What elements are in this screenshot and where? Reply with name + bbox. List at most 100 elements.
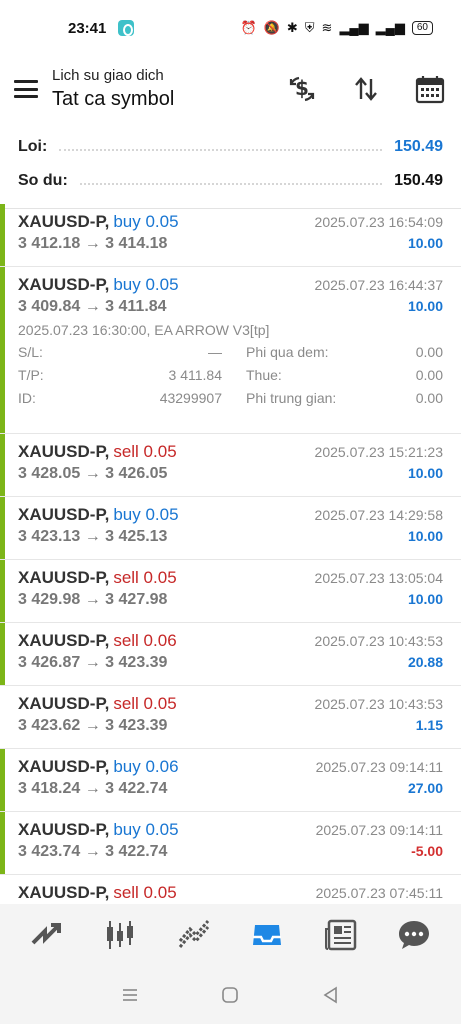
sl-label: S/L: <box>18 344 43 360</box>
deal-prices: 3 423.62 → 3 423.39 <box>18 717 168 734</box>
mute-icon: 🔕 <box>263 20 280 35</box>
deal-item[interactable]: XAUUSD-P, buy 0.05 2025.07.23 09:14:11 3 4… <box>0 812 461 875</box>
deal-prices: 3 426.87 → 3 423.39 <box>18 654 168 671</box>
trade-icon[interactable] <box>170 911 218 959</box>
deal-time: 2025.07.23 16:44:37 <box>314 277 443 293</box>
balance-row: So du: 150.49 <box>18 164 443 198</box>
balance-value: 150.49 <box>394 172 443 189</box>
wifi-icon: ≋ <box>321 20 333 35</box>
profit-label: Loi: <box>18 138 48 155</box>
status-bar: 23:41 ⏰ 🔕 ✱ ⛨ ≋ ▂▄▆ ▂▄▆ 60 <box>0 0 461 56</box>
sl-value: — <box>208 344 222 360</box>
deal-details: 2025.07.23 16:30:00, EA ARROW V3[tp] S/L… <box>18 322 443 406</box>
header-title[interactable]: Tat ca symbol <box>52 88 285 111</box>
back-icon[interactable] <box>311 975 351 1015</box>
deal-item[interactable]: XAUUSD-P, buy 0.05 2025.07.23 16:54:09 3 4… <box>0 204 461 267</box>
id-label: ID: <box>18 390 36 406</box>
deal-profit: 10.00 <box>407 235 443 251</box>
deal-time: 2025.07.23 09:14:11 <box>315 822 443 838</box>
deal-item-expanded[interactable]: XAUUSD-P, buy 0.05 2025.07.23 16:44:37 3 4… <box>0 267 461 434</box>
profit-value: 150.49 <box>394 138 443 155</box>
deal-side: buy 0.05 <box>113 212 179 231</box>
menu-icon[interactable] <box>14 80 38 98</box>
deal-prices: 3 428.05 → 3 426.05 <box>18 465 168 482</box>
deals-list: XAUUSD-P, buy 0.05 2025.07.23 16:54:09 3 4… <box>0 204 461 938</box>
deal-time: 2025.07.23 15:21:23 <box>314 444 443 460</box>
status-time: 23:41 <box>68 19 107 37</box>
deal-prices: 3 412.18 → 3 414.18 <box>18 235 168 252</box>
deal-symbol: XAUUSD-P, <box>18 820 110 839</box>
deal-time: 2025.07.23 07:45:11 <box>315 885 443 901</box>
deal-prices: 3 423.74 → 3 422.74 <box>18 843 168 860</box>
deal-comment: 2025.07.23 16:30:00, EA ARROW V3[tp] <box>18 322 270 338</box>
battery-icon: 60 <box>411 21 433 35</box>
deal-side: sell 0.05 <box>113 694 177 713</box>
deal-side: sell 0.05 <box>113 883 177 902</box>
quotes-icon[interactable] <box>23 911 71 959</box>
deal-profit: 10.00 <box>407 591 443 607</box>
bluetooth-icon: ✱ <box>286 20 298 35</box>
deal-item[interactable]: XAUUSD-P, buy 0.05 2025.07.23 14:29:58 3 4… <box>0 497 461 560</box>
deal-profit: 10.00 <box>407 528 443 544</box>
deal-side: buy 0.05 <box>113 275 179 294</box>
deal-symbol: XAUUSD-P, <box>18 442 110 461</box>
recents-icon[interactable] <box>110 975 150 1015</box>
deal-time: 2025.07.23 10:43:53 <box>314 633 443 649</box>
fee-value: 0.00 <box>415 390 443 406</box>
currency-exchange-icon[interactable]: $ <box>285 72 319 106</box>
deal-item[interactable]: XAUUSD-P, sell 0.05 2025.07.23 10:43:53 3 … <box>0 686 461 749</box>
balance-label: So du: <box>18 172 68 189</box>
signal-icon-2: ▂▄▆ <box>375 20 405 35</box>
deal-symbol: XAUUSD-P, <box>18 694 110 713</box>
deal-profit: 20.88 <box>407 654 443 670</box>
vpn-icon: ⛨ <box>304 20 315 35</box>
tp-label: T/P: <box>18 367 44 383</box>
deal-item[interactable]: XAUUSD-P, sell 0.05 2025.07.23 15:21:23 3 … <box>0 434 461 497</box>
deal-side: sell 0.05 <box>113 568 177 587</box>
calendar-icon[interactable] <box>413 72 447 106</box>
sort-icon[interactable] <box>349 72 383 106</box>
deal-side: buy 0.05 <box>113 505 179 524</box>
deal-item[interactable]: XAUUSD-P, sell 0.06 2025.07.23 10:43:53 3 … <box>0 623 461 686</box>
deal-prices: 3 423.13 → 3 425.13 <box>18 528 168 545</box>
chat-icon[interactable] <box>390 911 438 959</box>
deal-prices: 3 409.84 → 3 411.84 <box>18 298 167 315</box>
deal-time: 2025.07.23 10:43:53 <box>314 696 443 712</box>
deal-profit: 1.15 <box>415 717 443 733</box>
deal-side: buy 0.05 <box>113 820 179 839</box>
profit-row: Loi: 150.49 <box>18 130 443 164</box>
deal-profit: -5.00 <box>411 843 443 859</box>
deal-profit: 10.00 <box>407 465 443 481</box>
deal-symbol: XAUUSD-P, <box>18 757 110 776</box>
tax-label: Thue: <box>246 367 282 383</box>
notification-app-icon <box>118 20 135 36</box>
system-nav-bar <box>0 966 461 1024</box>
deal-item[interactable]: XAUUSD-P, sell 0.05 2025.07.23 13:05:04 3 … <box>0 560 461 623</box>
deal-prices: 3 429.98 → 3 427.98 <box>18 591 168 608</box>
deal-symbol: XAUUSD-P, <box>18 568 110 587</box>
signal-icon: ▂▄▆ <box>339 20 369 35</box>
deal-symbol: XAUUSD-P, <box>18 212 110 231</box>
deal-prices: 3 418.24 → 3 422.74 <box>18 780 168 797</box>
news-icon[interactable] <box>317 911 365 959</box>
bottom-tab-bar <box>0 904 461 966</box>
deal-item[interactable]: XAUUSD-P, buy 0.06 2025.07.23 09:14:11 3 4… <box>0 749 461 812</box>
deal-time: 2025.07.23 14:29:58 <box>314 507 443 523</box>
home-icon[interactable] <box>210 975 250 1015</box>
swap-value: 0.00 <box>415 344 443 360</box>
deal-time: 2025.07.23 09:14:11 <box>315 759 443 775</box>
summary-panel: Loi: 150.49 So du: 150.49 <box>0 122 461 209</box>
deal-symbol: XAUUSD-P, <box>18 505 110 524</box>
fee-label: Phi trung gian: <box>246 390 337 406</box>
deal-side: buy 0.06 <box>113 757 179 776</box>
deal-symbol: XAUUSD-P, <box>18 883 110 902</box>
tax-value: 0.00 <box>415 367 443 383</box>
deal-profit: 10.00 <box>407 298 443 314</box>
alarm-icon: ⏰ <box>240 20 257 35</box>
tp-value: 3 411.84 <box>168 367 222 383</box>
deal-symbol: XAUUSD-P, <box>18 275 110 294</box>
chart-icon[interactable] <box>96 911 144 959</box>
header-subtitle: Lich su giao dich <box>52 67 164 84</box>
deal-time: 2025.07.23 16:54:09 <box>314 214 443 230</box>
history-icon[interactable] <box>243 911 291 959</box>
